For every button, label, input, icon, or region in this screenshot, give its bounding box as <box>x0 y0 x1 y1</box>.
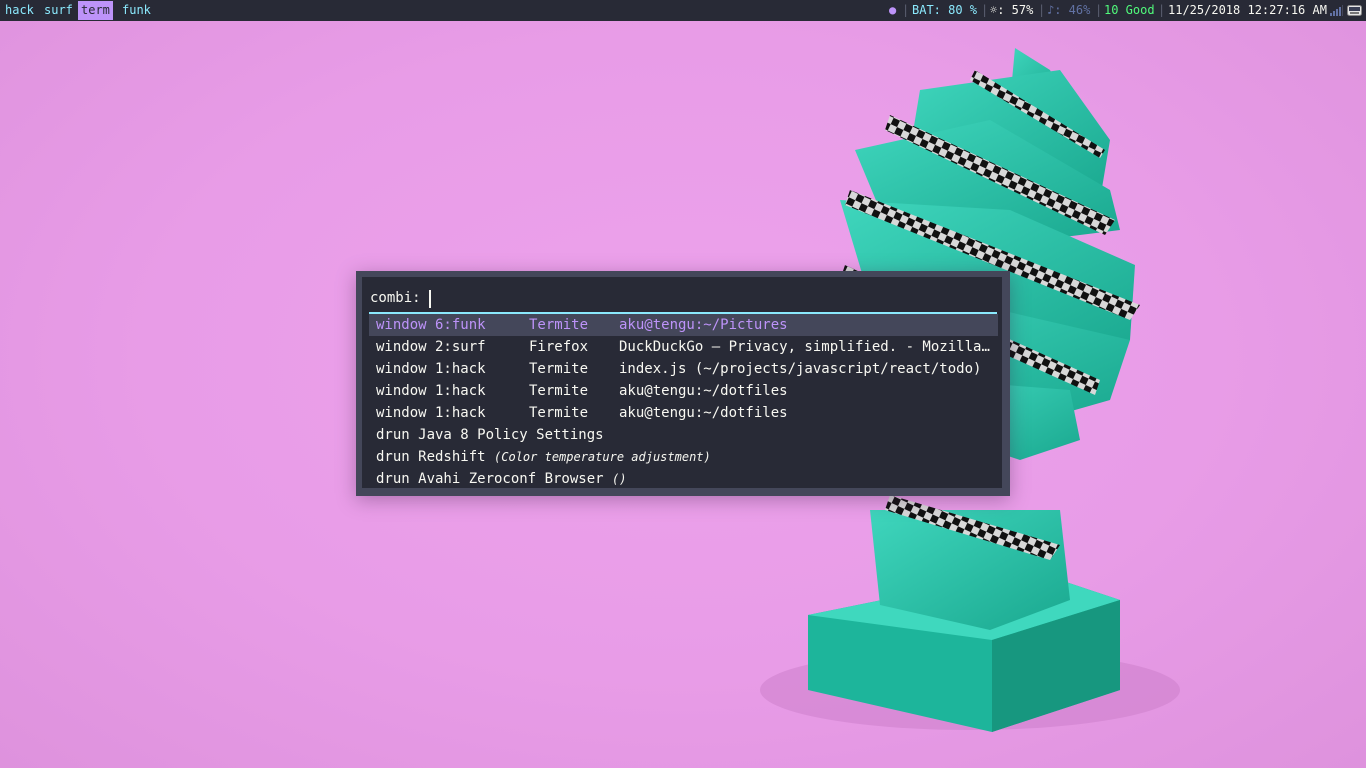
item-description: (Color temperature adjustment) <box>494 450 711 464</box>
list-item[interactable]: window 1:hack Termite aku@tengu:~/dotfil… <box>369 380 998 402</box>
workspace-funk[interactable]: funk <box>119 1 154 20</box>
top-status-bar: hack surf term funk ● | BAT: 80 % | ☼: 5… <box>0 0 1366 21</box>
volume-indicator: ♪: 46% <box>1047 3 1091 17</box>
rofi-panel: combi: window 6:funk Termite aku@tengu:~… <box>362 277 1002 488</box>
rofi-launcher: combi: window 6:funk Termite aku@tengu:~… <box>356 271 1010 496</box>
clock: 11/25/2018 12:27:16 AM <box>1168 3 1327 17</box>
separator: | <box>1038 3 1046 17</box>
rofi-prompt: combi: <box>370 290 421 306</box>
text-cursor[interactable] <box>429 290 431 308</box>
signal-strength-icon[interactable] <box>1330 5 1343 16</box>
list-item[interactable]: drun Java 8 Policy Settings <box>369 424 998 446</box>
separator: | <box>1158 3 1166 17</box>
separator: | <box>1095 3 1103 17</box>
list-item[interactable]: window 1:hack Termite aku@tengu:~/dotfil… <box>369 402 998 424</box>
wifi-indicator: 10 Good <box>1104 3 1155 17</box>
separator: | <box>981 3 989 17</box>
workspace-term[interactable]: term <box>78 1 113 20</box>
workspace-surf[interactable]: surf <box>41 1 76 20</box>
tray-app-icon[interactable] <box>1347 5 1362 16</box>
list-item[interactable]: window 2:surf Firefox DuckDuckGo — Priva… <box>369 336 998 358</box>
battery-indicator: BAT: 80 % <box>912 3 978 17</box>
list-item[interactable]: window 1:hack Termite index.js (~/projec… <box>369 358 998 380</box>
status-dot: ● <box>889 3 897 17</box>
separator: | <box>902 3 910 17</box>
workspace-hack[interactable]: hack <box>2 1 37 20</box>
list-item[interactable]: drun Redshift (Color temperature adjustm… <box>369 446 998 468</box>
list-item[interactable]: drun Avahi Zeroconf Browser () <box>369 468 998 490</box>
item-description: () <box>612 472 627 486</box>
brightness-indicator: ☼: 57% <box>990 3 1034 17</box>
list-item[interactable]: window 6:funk Termite aku@tengu:~/Pictur… <box>369 314 998 336</box>
